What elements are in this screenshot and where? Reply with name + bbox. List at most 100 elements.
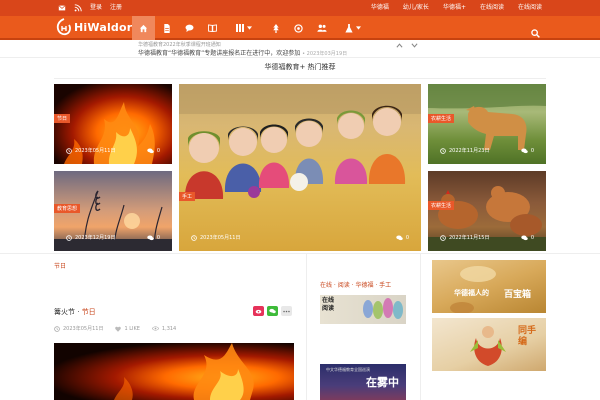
- site-logo[interactable]: HiWaldorf: [56, 18, 137, 36]
- tile-comments: 0: [147, 235, 160, 241]
- logo-icon: [56, 18, 71, 36]
- tile-category[interactable]: 节日: [54, 114, 71, 123]
- treasure-box-text-b: 百宝箱: [504, 290, 532, 300]
- nav-home[interactable]: [132, 16, 155, 40]
- event-poster-banner[interactable]: 中文华德福教育全国巡演 在雾中: [320, 364, 406, 400]
- tile-category[interactable]: 农耕生活: [428, 201, 455, 210]
- users-icon: [316, 24, 327, 32]
- post-likes-text: 1 LIKE: [124, 325, 140, 332]
- tile-comment-count: 0: [530, 235, 534, 241]
- bonfire-image: [114, 343, 254, 400]
- featured-tile-fire[interactable]: 节日 2023年05月11日 0: [54, 84, 172, 164]
- logo-text: HiWaldorf: [74, 20, 138, 34]
- tile-date: 2022年11月15日: [449, 235, 490, 241]
- more-icon: [283, 310, 290, 312]
- comment-icon: [185, 24, 194, 32]
- tile-category[interactable]: 农耕生活: [428, 114, 455, 123]
- post-meta: 2023年05月11日 1 LIKE 1,314: [54, 325, 176, 332]
- chevron-down-icon[interactable]: [411, 43, 418, 48]
- ticker-line-2-text: 华德福教育“华德福教育”专题讲座报名正在进行中，欢迎参加: [138, 50, 301, 57]
- caret-down-icon: [356, 26, 361, 30]
- section-label[interactable]: 节日: [54, 261, 66, 270]
- top-link-parents[interactable]: 幼儿/家长: [403, 3, 429, 13]
- handcraft-banner[interactable]: 同手编: [432, 318, 546, 371]
- featured-tile-sunset[interactable]: 教育思想 2023年12月19日 0: [54, 171, 172, 251]
- post-category-link[interactable]: 节日: [82, 308, 96, 316]
- featured-tile-hens[interactable]: 农耕生活 2022年11月15日 0: [428, 171, 546, 251]
- featured-tile-cow[interactable]: 农耕生活 2022年11月23日 0: [428, 84, 546, 164]
- divider: [54, 78, 546, 79]
- nav-nature[interactable]: [264, 16, 287, 40]
- clock-icon: [191, 234, 197, 241]
- top-link-waldorf[interactable]: 华德福: [371, 3, 389, 13]
- top-link-waldorf-plus[interactable]: 华德福+: [443, 3, 466, 13]
- post-image-bonfire[interactable]: [54, 343, 294, 400]
- post-title[interactable]: 篝火节 · 节日: [54, 307, 96, 317]
- tile-meta: 2022年11月23日: [440, 147, 489, 154]
- tile-comments: 0: [147, 148, 160, 154]
- wechat-icon: [269, 308, 276, 314]
- tile-category[interactable]: 教育思想: [54, 204, 81, 213]
- tile-comments: 0: [396, 235, 409, 241]
- ticker-date: • 2023年03月19日: [302, 51, 348, 57]
- post-views-text: 1,314: [161, 325, 177, 332]
- nav-articles[interactable]: [155, 16, 178, 40]
- post-views: 1,314: [151, 325, 177, 332]
- online-reading-label: 在线 阅读: [322, 297, 335, 312]
- tile-meta: 2022年11月15日: [440, 234, 489, 241]
- nav-books[interactable]: [201, 16, 224, 40]
- search-icon: [531, 29, 540, 38]
- clock-icon: [440, 147, 446, 154]
- login-link[interactable]: 登录: [90, 3, 102, 13]
- tile-comment-count: 0: [156, 148, 160, 154]
- featured-tile-felt-dolls[interactable]: 手工 2023年05月11日 0: [179, 84, 421, 251]
- grid-icon: [236, 24, 244, 32]
- tile-comments: 0: [521, 235, 534, 241]
- clock-icon: [54, 325, 60, 332]
- top-link-read[interactable]: 在线阅读: [480, 3, 504, 13]
- mail-icon[interactable]: [58, 4, 66, 12]
- tile-comment-count: 0: [156, 235, 160, 241]
- top-right-links: 华德福 幼儿/家长 华德福+ 在线阅读 在线阅读: [371, 3, 542, 13]
- ticker-line-1[interactable]: 华德福教育2022年秋季课程开班通知: [138, 41, 221, 48]
- nav-category-dropdown[interactable]: [224, 16, 264, 40]
- post-date-text: 2023年05月11日: [63, 326, 104, 332]
- column-divider: [306, 253, 307, 400]
- weibo-icon: [255, 309, 262, 314]
- weibo-share-button[interactable]: [253, 306, 264, 316]
- top-link-about[interactable]: 在线阅读: [518, 3, 542, 13]
- chevron-up-icon[interactable]: [396, 43, 403, 48]
- comments-icon: [396, 235, 403, 241]
- comments-icon: [521, 148, 528, 154]
- comments-icon: [147, 148, 154, 154]
- nav-community[interactable]: [310, 16, 333, 40]
- eye-icon: [151, 326, 159, 331]
- nav-science-dropdown[interactable]: [333, 16, 373, 40]
- ticker-line-2[interactable]: 华德福教育“华德福教育”专题讲座报名正在进行中，欢迎参加 • 2023年03月1…: [138, 48, 347, 57]
- tile-meta: 2023年12月19日: [66, 234, 115, 241]
- tile-date: 2023年05月11日: [200, 235, 241, 241]
- heart-icon: [115, 326, 122, 332]
- register-link[interactable]: 注册: [110, 3, 122, 13]
- nav-comments[interactable]: [178, 16, 201, 40]
- treasure-box-banner[interactable]: 华德福人的 百宝箱: [432, 260, 546, 313]
- tile-category[interactable]: 手工: [179, 192, 196, 201]
- flask-icon: [345, 23, 353, 33]
- divider: [0, 253, 600, 254]
- middle-column-header[interactable]: 在线 · 阅读 · 华德福 · 手工: [320, 280, 391, 289]
- clock-icon: [66, 234, 72, 241]
- clock-icon: [66, 147, 72, 154]
- wechat-share-button[interactable]: [267, 306, 278, 316]
- nav-circle[interactable]: [287, 16, 310, 40]
- tile-date: 2023年05月11日: [75, 148, 116, 154]
- tile-comment-count: 0: [405, 235, 409, 241]
- online-reading-banner[interactable]: 在线 阅读: [320, 295, 406, 324]
- handcraft-text: 同手编: [518, 326, 537, 347]
- tile-meta: 2023年05月11日: [191, 234, 240, 241]
- rss-icon[interactable]: [74, 4, 82, 12]
- tile-comments: 0: [521, 148, 534, 154]
- post-likes[interactable]: 1 LIKE: [115, 325, 140, 332]
- main-nav: HiWaldorf: [0, 16, 600, 40]
- more-share-button[interactable]: [281, 306, 292, 316]
- tile-meta: 2023年05月11日: [66, 147, 115, 154]
